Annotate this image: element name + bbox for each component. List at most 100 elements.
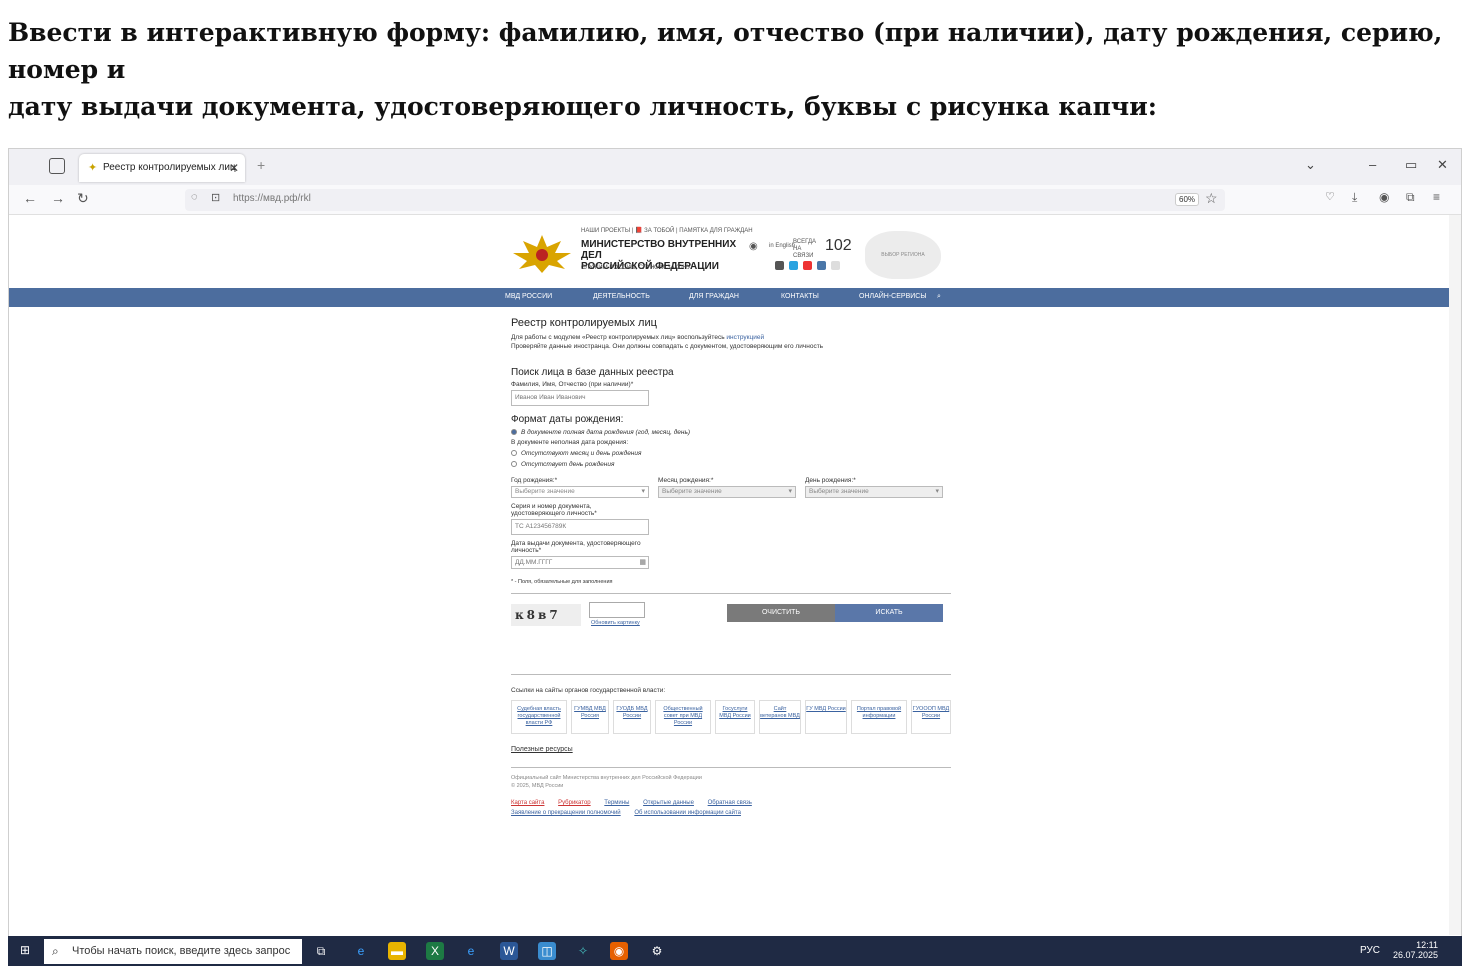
useful-resources-link[interactable]: Полезные ресурсы xyxy=(511,746,951,753)
gov-link-tile[interactable]: Портал правовой информации xyxy=(851,700,907,734)
footer-link[interactable]: Рубрикатор xyxy=(558,800,591,806)
footer-link[interactable]: Карта сайта xyxy=(511,800,544,806)
footer-link[interactable]: Открытые данные xyxy=(643,800,694,806)
taskbar-search[interactable]: ⌕ Чтобы начать поиск, введите здесь запр… xyxy=(44,939,302,964)
gov-link-tile[interactable]: ГУОООП МВД России xyxy=(911,700,951,734)
english-link[interactable]: in English xyxy=(769,243,795,249)
clock[interactable]: 12:11 26.07.2025 xyxy=(1393,940,1438,960)
chevron-down-icon[interactable]: ⌄ xyxy=(1305,157,1316,173)
excel-icon[interactable]: X xyxy=(426,942,444,960)
issue-date-input[interactable]: ДД.ММ.ГГГГ ▦ xyxy=(511,556,649,569)
captcha-image: к8в7 xyxy=(511,604,581,626)
divider xyxy=(511,674,951,675)
network-app-icon[interactable]: ✧ xyxy=(574,942,592,960)
accessibility-eye-icon[interactable]: ◉ xyxy=(749,241,758,252)
download-icon[interactable]: ⤓ xyxy=(1352,190,1357,205)
tab-registry[interactable]: ✦ Реестр контролируемых лиц ✕ xyxy=(79,154,245,182)
word-icon[interactable]: W xyxy=(500,942,518,960)
account-icon[interactable]: ◉ xyxy=(1379,190,1389,204)
app-icon[interactable]: ◫ xyxy=(538,942,556,960)
month-select[interactable]: Выберите значение xyxy=(658,486,796,498)
file-explorer-icon[interactable]: ▬ xyxy=(388,942,406,960)
gov-link-tile[interactable]: ГУМВД МВД Россия xyxy=(571,700,609,734)
refresh-captcha-link[interactable]: Обновить картинку xyxy=(591,620,640,626)
footer-text: Официальный сайт Министерства внутренних… xyxy=(511,775,702,789)
captcha-input[interactable] xyxy=(589,602,645,618)
gov-link-tile[interactable]: Сайт ветеранов МВД xyxy=(759,700,801,734)
top-links[interactable]: НАШИ ПРОЕКТЫ | 📕 ЗА ТОБОЙ | ПАМЯТКА ДЛЯ … xyxy=(581,227,753,234)
divider xyxy=(511,593,951,594)
language-indicator[interactable]: РУС xyxy=(1360,945,1380,956)
menu-item-online[interactable]: ОНЛАЙН-СЕРВИСЫ xyxy=(859,293,927,300)
extensions-icon[interactable]: ⧉ xyxy=(1406,190,1415,205)
youtube-icon[interactable] xyxy=(803,261,812,270)
slogan: СЛУЖИМ РОССИИ, СЛУЖИМ ЗАКОНУ! xyxy=(581,265,693,271)
maximize-icon[interactable]: ▭ xyxy=(1405,157,1417,173)
gov-link-tile[interactable]: Общественный совет при МВД России xyxy=(655,700,711,734)
footer-link[interactable]: Об использовании информации сайта xyxy=(634,810,741,816)
menu-item-mvd[interactable]: МВД РОССИИ xyxy=(505,293,552,300)
issue-date-label: Дата выдачи документа, удостоверяющего ли… xyxy=(511,540,641,554)
document-label: Серия и номер документа, удостоверяющего … xyxy=(511,503,597,517)
check-note: Проверяйте данные иностранца. Они должны… xyxy=(511,343,824,350)
fio-input[interactable]: Иванов Иван Иванович xyxy=(511,390,649,406)
pocket-icon[interactable]: ♡ xyxy=(1325,190,1335,203)
radio-no-day[interactable]: Отсутствует день рождения xyxy=(511,461,951,468)
minimize-icon[interactable]: – xyxy=(1369,157,1376,172)
edge-icon[interactable]: e xyxy=(352,942,370,960)
month-label: Месяц рождения:* xyxy=(658,477,714,484)
search-button[interactable]: ИСКАТЬ xyxy=(835,604,943,622)
telegram-icon[interactable] xyxy=(789,261,798,270)
vk-icon[interactable] xyxy=(817,261,826,270)
reload-icon[interactable]: ↻ xyxy=(77,190,89,207)
tab-list-icon[interactable] xyxy=(49,158,65,174)
menu-item-contacts[interactable]: КОНТАКТЫ xyxy=(781,293,819,300)
footer-link[interactable]: Заявление о прекращении полномочий xyxy=(511,810,621,816)
gov-link-tile[interactable]: ГУОДБ МВД России xyxy=(613,700,651,734)
back-icon[interactable]: ← xyxy=(23,190,37,206)
ie-icon[interactable]: e xyxy=(462,942,480,960)
footer-link[interactable]: Обратная связь xyxy=(708,800,752,806)
partial-date-note: В документе неполная дата рождения: xyxy=(511,439,629,446)
windows-start-icon[interactable]: ⊞ xyxy=(20,943,34,957)
url-text: https://мвд.рф/rkl xyxy=(233,193,311,204)
document-input[interactable]: ТС А123456789К xyxy=(511,519,649,535)
gov-link-tile[interactable]: Госуслуги МВД России xyxy=(715,700,755,734)
url-bar[interactable]: ◌ ⊡ https://мвд.рф/rkl 60% ☆ xyxy=(185,189,1225,211)
settings-gear-icon[interactable]: ⚙ xyxy=(648,942,666,960)
new-tab-icon[interactable]: + xyxy=(257,157,265,173)
forward-icon[interactable]: → xyxy=(51,190,65,206)
dob-format-title: Формат даты рождения: xyxy=(511,414,624,425)
radio-no-month-day[interactable]: Отсутствуют месяц и день рождения xyxy=(511,450,951,457)
task-view-icon[interactable]: ⧉ xyxy=(312,942,330,960)
clear-button[interactable]: ОЧИСТИТЬ xyxy=(727,604,835,622)
scrollbar[interactable] xyxy=(1449,215,1461,935)
region-map[interactable]: ВЫБОР РЕГИОНА xyxy=(865,231,941,279)
emblem-icon xyxy=(513,235,571,273)
day-select[interactable]: Выберите значение xyxy=(805,486,943,498)
main-menu: МВД РОССИИ ДЕЯТЕЛЬНОСТЬ ДЛЯ ГРАЖДАН КОНТ… xyxy=(9,288,1449,307)
ok-icon[interactable] xyxy=(831,261,840,270)
footer-link[interactable]: Термины xyxy=(604,800,629,806)
menu-item-activity[interactable]: ДЕЯТЕЛЬНОСТЬ xyxy=(593,293,650,300)
ministry-line-1: МИНИСТЕРСТВО ВНУТРЕННИХ ДЕЛ xyxy=(581,239,737,261)
zoom-indicator[interactable]: 60% xyxy=(1175,193,1200,206)
lock-icon: ⊡ xyxy=(211,192,221,204)
search-icon[interactable]: ⌕ xyxy=(937,293,941,301)
page-title: Реестр контролируемых лиц xyxy=(511,317,657,329)
bookmark-star-icon[interactable]: ☆ xyxy=(1205,190,1218,207)
close-window-icon[interactable]: ✕ xyxy=(1437,157,1448,173)
search-section-title: Поиск лица в базе данных реестра xyxy=(511,367,674,378)
year-select[interactable]: Выберите значение xyxy=(511,486,649,498)
radio-full-date[interactable]: В документе полная дата рождения (год, м… xyxy=(511,429,951,436)
menu-icon[interactable]: ≡ xyxy=(1433,190,1440,204)
web-page: НАШИ ПРОЕКТЫ | 📕 ЗА ТОБОЙ | ПАМЯТКА ДЛЯ … xyxy=(9,215,1449,935)
firefox-icon[interactable]: ◉ xyxy=(610,942,628,960)
menu-item-citizens[interactable]: ДЛЯ ГРАЖДАН xyxy=(689,293,739,300)
instruction-link[interactable]: инструкцией xyxy=(726,334,764,341)
calendar-icon[interactable]: ▦ xyxy=(639,557,646,568)
gov-link-tile[interactable]: Судебная власть государственной власти Р… xyxy=(511,700,567,734)
gov-link-tile[interactable]: ГУ МВД России xyxy=(805,700,847,734)
close-tab-icon[interactable]: ✕ xyxy=(229,154,239,182)
social-icon[interactable] xyxy=(775,261,784,270)
